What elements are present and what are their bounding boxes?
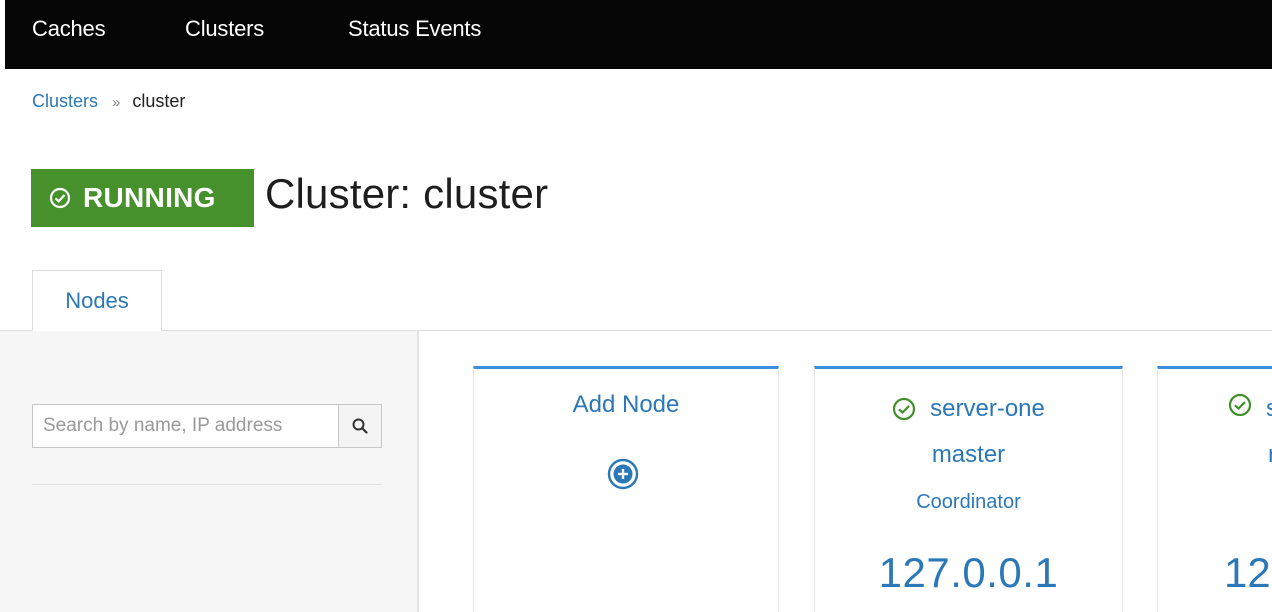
node-role: Coordinator — [916, 491, 1021, 513]
search-input[interactable] — [33, 405, 338, 447]
node-group: r — [1268, 441, 1272, 469]
search-box — [32, 404, 382, 448]
breadcrumb-clusters-link[interactable]: Clusters — [32, 91, 98, 111]
add-node-card[interactable]: Add Node — [473, 366, 779, 612]
breadcrumb-current: cluster — [132, 91, 186, 111]
status-badge: RUNNING — [31, 169, 254, 227]
tab-nodes[interactable]: Nodes — [32, 270, 162, 331]
status-badge-label: RUNNING — [83, 182, 216, 213]
node-card[interactable]: s r 12 — [1157, 366, 1272, 612]
search-button[interactable] — [338, 405, 381, 447]
check-circle-icon — [893, 397, 916, 421]
sidebar-divider — [32, 484, 382, 485]
sidebar — [0, 331, 419, 612]
breadcrumb-separator: » — [112, 94, 121, 111]
node-card[interactable]: server-one master Coordinator 127.0.0.1 — [814, 366, 1123, 612]
breadcrumb: Clusters » cluster — [32, 91, 185, 112]
page-title: Cluster: cluster — [265, 170, 549, 217]
node-ip: 127.0.0.1 — [878, 549, 1059, 596]
check-circle-icon — [49, 187, 71, 209]
node-name[interactable]: s — [1266, 395, 1272, 423]
node-name[interactable]: server-one — [930, 395, 1045, 423]
search-icon — [352, 418, 368, 434]
plus-circle-icon[interactable] — [606, 457, 640, 491]
nav-caches[interactable]: Caches — [32, 16, 106, 42]
nav-clusters[interactable]: Clusters — [185, 16, 264, 42]
node-group: master — [931, 441, 1006, 468]
node-ip: 12 — [1224, 549, 1271, 596]
node-name-row[interactable]: server-one — [815, 395, 1122, 423]
add-node-label[interactable]: Add Node — [474, 391, 778, 419]
top-navbar: Caches Clusters Status Events — [5, 0, 1272, 69]
nav-status-events[interactable]: Status Events — [348, 16, 481, 42]
check-circle-icon — [1228, 393, 1252, 417]
